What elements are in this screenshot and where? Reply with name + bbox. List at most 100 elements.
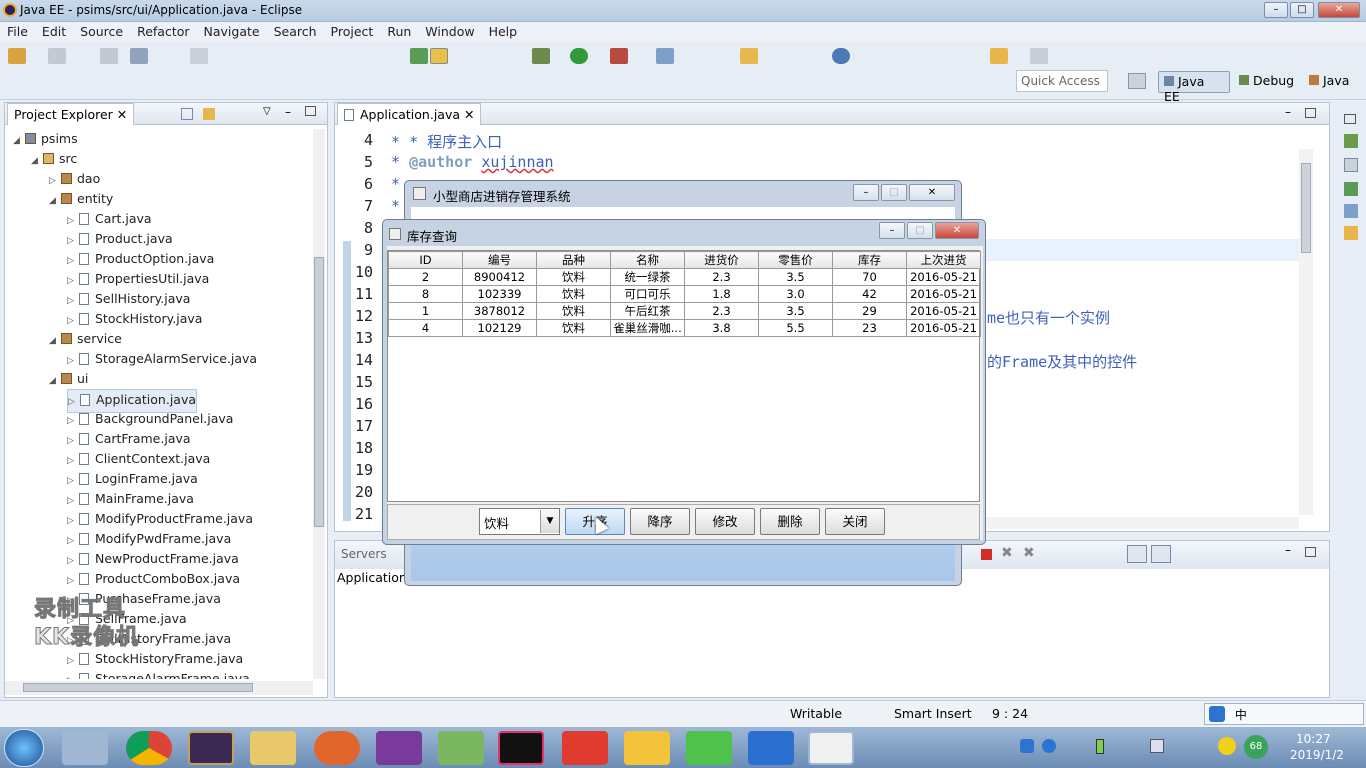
editor-maximize-icon[interactable]: [1305, 108, 1316, 118]
expand-toggle-icon[interactable]: ▷: [67, 251, 79, 271]
close-button[interactable]: ✕: [1318, 2, 1360, 18]
tree-item[interactable]: ◢ psims: [13, 129, 78, 151]
editor-minimize-icon[interactable]: –: [1285, 105, 1291, 119]
tree-item[interactable]: ▷ LoginFrame.java: [67, 469, 198, 491]
expand-toggle-icon[interactable]: ▷: [67, 211, 79, 231]
step-icon[interactable]: [190, 48, 208, 64]
debug-icon[interactable]: [532, 48, 550, 64]
tab-application-java[interactable]: Application.java ✕: [337, 103, 482, 125]
tree-item[interactable]: ▷ StockHistoryFrame.java: [67, 649, 243, 671]
taskbar-eclipse-javaee-icon[interactable]: [188, 731, 234, 765]
taskbar-red-app-icon[interactable]: [562, 731, 608, 765]
server-icon[interactable]: [610, 48, 628, 64]
column-header[interactable]: 上次进货: [906, 251, 981, 269]
expand-toggle-icon[interactable]: ▷: [67, 351, 79, 371]
chevron-down-icon[interactable]: ▼: [540, 510, 559, 533]
menu-run[interactable]: Run: [380, 22, 418, 41]
close-editor-icon[interactable]: ✕: [464, 107, 474, 122]
expand-toggle-icon[interactable]: ▷: [67, 491, 79, 511]
outline-icon[interactable]: [1344, 134, 1358, 148]
minimize-button[interactable]: –: [1264, 2, 1288, 18]
column-header[interactable]: 零售价: [758, 251, 833, 269]
ime-logo-icon[interactable]: [1209, 706, 1225, 722]
console-view-icon[interactable]: [1127, 545, 1147, 563]
console-icon[interactable]: [130, 48, 148, 64]
maximize-button[interactable]: □: [1290, 2, 1314, 18]
expand-toggle-icon[interactable]: ▷: [67, 411, 79, 431]
remove-all-icon[interactable]: ✖: [1023, 545, 1035, 561]
taskbar-wechat-icon[interactable]: [686, 731, 732, 765]
tree-item[interactable]: ▷ StorageAlarmFrame.java: [67, 669, 250, 679]
table-row[interactable]: 2 8900412 饮料 统一绿茶 2.3 3.5 70 2016-05-21: [388, 268, 981, 286]
tray-battery-badge[interactable]: 68: [1244, 735, 1268, 759]
tree-item[interactable]: ◢ src: [31, 149, 77, 171]
tree-item[interactable]: ▷ ModifyProductFrame.java: [67, 509, 253, 531]
palette-icon[interactable]: [1344, 204, 1358, 218]
main-close-button[interactable]: ✕: [909, 184, 955, 201]
expand-toggle-icon[interactable]: ▷: [67, 511, 79, 531]
taskbar-paw-icon[interactable]: [624, 731, 670, 765]
minimize-view-icon[interactable]: –: [285, 105, 291, 119]
expand-toggle-icon[interactable]: ▷: [67, 651, 79, 671]
tab-project-explorer[interactable]: Project Explorer ✕: [7, 103, 135, 125]
tray-network-icon[interactable]: [1150, 739, 1164, 753]
web-browser-icon[interactable]: [832, 48, 850, 64]
tree-item[interactable]: ▷ BackgroundPanel.java: [67, 409, 233, 431]
expand-toggle-icon[interactable]: ◢: [31, 151, 43, 171]
new-icon[interactable]: [8, 48, 26, 64]
open-type-icon[interactable]: [740, 48, 758, 64]
tree-item[interactable]: ◢ service: [49, 329, 122, 351]
edit-button[interactable]: 修改: [695, 508, 755, 535]
taskbar-wps-icon[interactable]: [748, 731, 794, 765]
column-header[interactable]: 编号: [462, 251, 537, 269]
stock-close-button[interactable]: ✕: [935, 222, 979, 239]
column-header[interactable]: 进货价: [684, 251, 759, 269]
collapse-all-icon[interactable]: [181, 108, 193, 120]
tree-item[interactable]: ◢ entity: [49, 189, 113, 211]
tree-item[interactable]: ▷ ClientContext.java: [67, 449, 210, 471]
table-row[interactable]: 1 3878012 饮料 午后红茶 2.3 3.5 29 2016-05-21: [388, 302, 981, 320]
remove-icon[interactable]: ✖: [1001, 545, 1013, 561]
tree-item[interactable]: ▷ MainFrame.java: [67, 489, 194, 511]
menu-refactor[interactable]: Refactor: [130, 22, 196, 41]
expand-toggle-icon[interactable]: ▷: [67, 291, 79, 311]
category-combobox[interactable]: 饮料 ▼: [479, 508, 560, 535]
tree-item[interactable]: ▷ ProductComboBox.java: [67, 569, 240, 591]
print-icon[interactable]: [100, 48, 118, 64]
maximize-view-icon[interactable]: [305, 106, 316, 116]
forward-icon[interactable]: [1030, 48, 1048, 64]
table-row[interactable]: 8 102339 饮料 可口可乐 1.8 3.0 42 2016-05-21: [388, 285, 981, 303]
taskbar-explorer-icon[interactable]: [250, 731, 296, 765]
taskbar-app-icon[interactable]: [314, 731, 360, 765]
tree-item[interactable]: ▷ StorageAlarmService.java: [67, 349, 257, 371]
tray-help-icon[interactable]: [1042, 739, 1056, 753]
column-header[interactable]: 库存: [832, 251, 907, 269]
menu-window[interactable]: Window: [418, 22, 481, 41]
expand-toggle-icon[interactable]: ▷: [67, 431, 79, 451]
tree-item[interactable]: ▷ Product.java: [67, 229, 173, 251]
expand-toggle-icon[interactable]: ▷: [67, 231, 79, 251]
stop-server-icon[interactable]: [981, 549, 992, 560]
highlight-icon[interactable]: [430, 48, 448, 64]
snippet-icon[interactable]: [1344, 226, 1358, 240]
tree-vertical-scrollbar[interactable]: [313, 129, 325, 679]
tray-battery-icon[interactable]: [1096, 739, 1104, 754]
tree-item[interactable]: ▷ ModifyPwdFrame.java: [67, 529, 231, 551]
tree-horizontal-scrollbar[interactable]: [5, 681, 313, 695]
taskbar-handshake-icon[interactable]: [62, 731, 108, 765]
expand-toggle-icon[interactable]: ▷: [67, 531, 79, 551]
servers-minimize-icon[interactable]: –: [1285, 543, 1291, 557]
column-header[interactable]: 名称: [610, 251, 685, 269]
expand-toggle-icon[interactable]: ▷: [67, 551, 79, 571]
tree-item[interactable]: ▷ SellHistory.java: [67, 289, 190, 311]
run-icon[interactable]: [570, 48, 588, 64]
table-row[interactable]: 4 102129 饮料 雀巢丝滑咖... 3.8 5.5 23 2016-05-21: [388, 319, 981, 337]
menu-project[interactable]: Project: [324, 22, 381, 41]
close-tab-icon[interactable]: ✕: [117, 107, 127, 122]
hierarchy-icon[interactable]: [1344, 182, 1358, 196]
tree-item[interactable]: ▷ NewProductFrame.java: [67, 549, 239, 571]
tray-search-icon[interactable]: [1020, 739, 1034, 753]
clock-date[interactable]: 2019/1/2: [1290, 748, 1344, 762]
menu-search[interactable]: Search: [267, 22, 324, 41]
view-menu-icon[interactable]: ▽: [263, 106, 271, 117]
